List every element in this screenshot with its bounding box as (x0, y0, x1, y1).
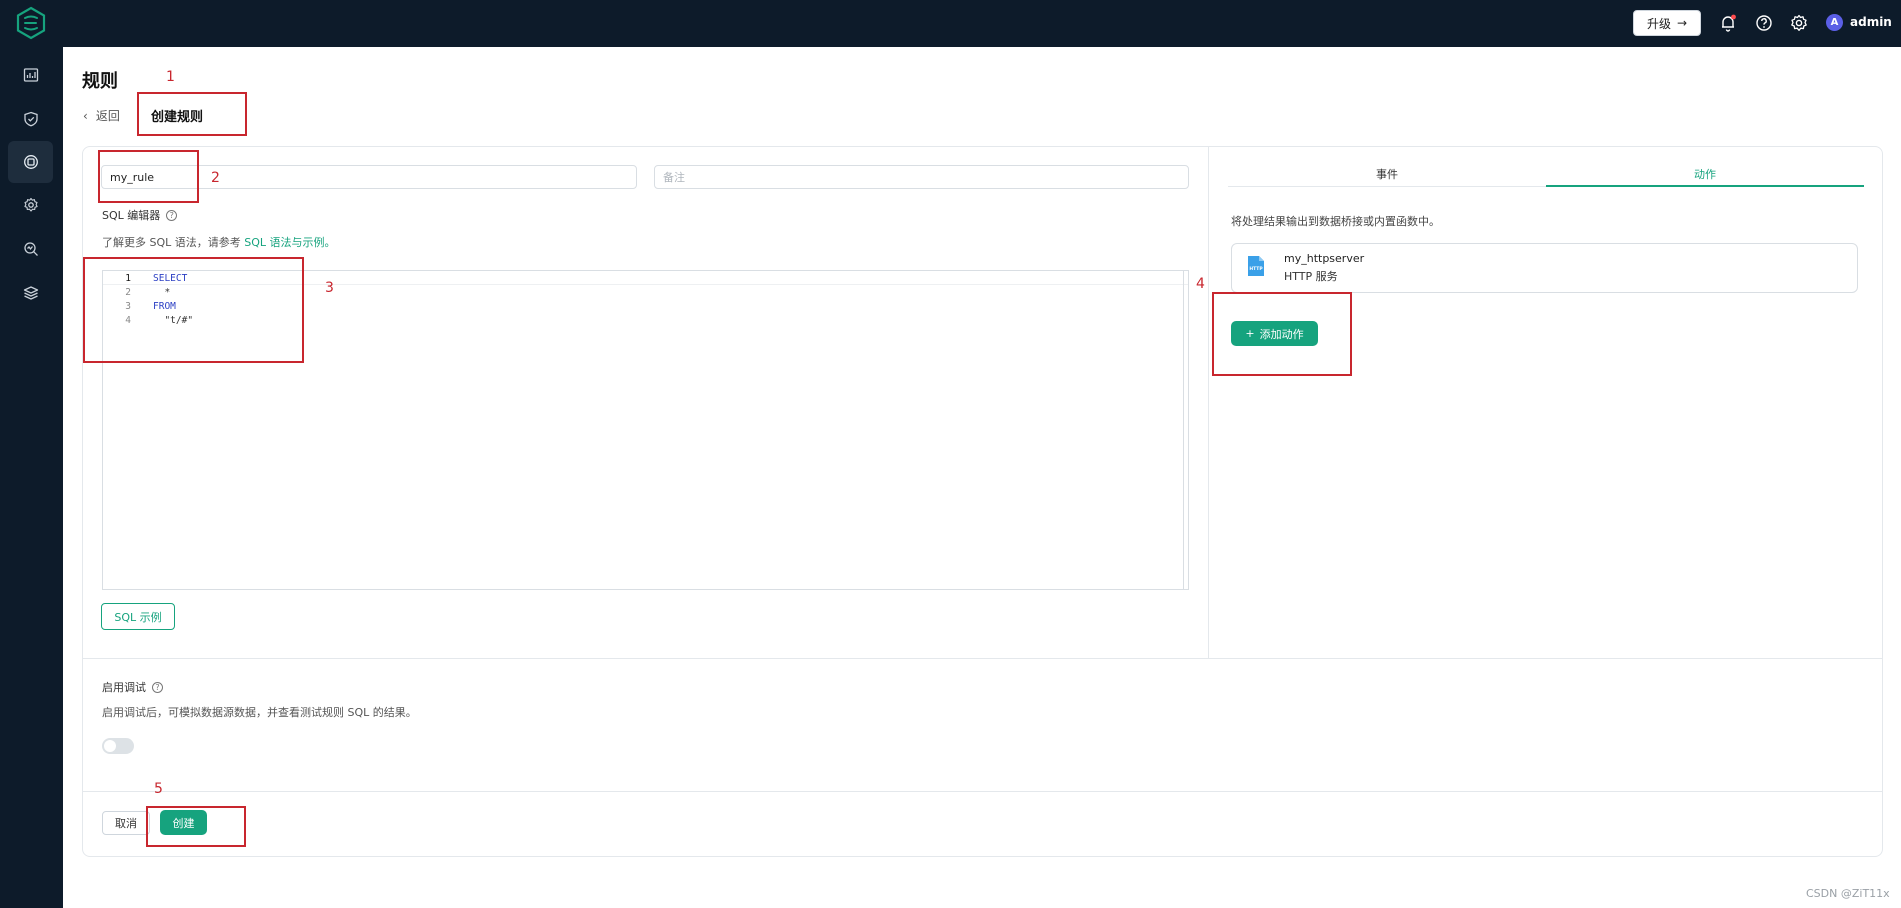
sidebar-item-diagnose[interactable] (8, 228, 53, 270)
tab-actions[interactable]: 动作 (1546, 162, 1864, 186)
emqx-logo-icon[interactable] (14, 6, 48, 40)
debug-label-text: 启用调试 (102, 681, 146, 694)
sidebar-item-dashboard[interactable] (8, 54, 53, 96)
tab-events[interactable]: 事件 (1228, 162, 1546, 186)
annotation-box-5 (146, 806, 246, 847)
sql-syntax-link[interactable]: SQL 语法与示例 (244, 236, 324, 249)
sql-editor-label-text: SQL 编辑器 (102, 209, 161, 222)
back-label: 返回 (95, 109, 120, 123)
arrow-right-icon: → (1676, 16, 1688, 30)
gear-icon (23, 197, 38, 212)
sidebar (0, 47, 63, 908)
page-title: 规则 (82, 71, 118, 92)
column-divider (1208, 146, 1209, 658)
username[interactable]: admin (1850, 15, 1892, 29)
bell-icon[interactable] (1718, 13, 1738, 33)
sql-hint: 了解更多 SQL 语法，请参考 SQL 语法与示例。 (102, 234, 336, 250)
sidebar-item-rules[interactable] (8, 141, 53, 183)
sql-hint-suffix: 。 (324, 236, 336, 249)
note-input[interactable]: 备注 (654, 165, 1189, 189)
annotation-number-5: 5 (154, 781, 163, 797)
chevron-left-icon: ‹ (83, 108, 88, 123)
sql-editor-label: SQL 编辑器 ? (102, 207, 178, 223)
gear-icon[interactable] (1789, 13, 1809, 33)
shield-icon (23, 111, 38, 127)
action-type: HTTP 服务 (1284, 270, 1338, 283)
sql-example-button[interactable]: SQL 示例 (101, 603, 175, 630)
debug-label: 启用调试 ? (102, 679, 163, 695)
question-icon[interactable]: ? (152, 681, 163, 693)
stack-icon (23, 286, 38, 300)
sidebar-item-management[interactable] (8, 184, 53, 226)
annotation-box-1 (137, 92, 247, 136)
sql-hint-prefix: 了解更多 SQL 语法，请参考 (102, 236, 241, 249)
debug-toggle[interactable] (102, 738, 134, 754)
sidebar-item-extensions[interactable] (8, 272, 53, 314)
toggle-knob (104, 740, 116, 752)
actions-description: 将处理结果输出到数据桥接或内置函数中。 (1231, 215, 1440, 228)
sidebar-item-access-control[interactable] (8, 98, 53, 140)
help-icon[interactable] (1754, 13, 1774, 33)
section-divider (82, 658, 1883, 659)
footer-divider (82, 791, 1883, 792)
editor-scrollbar[interactable] (1183, 271, 1184, 589)
rules-icon (23, 155, 38, 169)
watermark: CSDN @ZiT11x (1806, 887, 1890, 900)
annotation-box-3 (83, 257, 304, 363)
dashboard-icon (23, 68, 38, 82)
annotation-box-2 (98, 150, 199, 203)
top-bar: 升级 → A admin (0, 0, 1901, 47)
annotation-number-4: 4 (1196, 276, 1205, 292)
http-file-icon: HTTP (1248, 256, 1264, 276)
annotation-number-3: 3 (325, 280, 334, 296)
action-name: my_httpserver (1284, 252, 1365, 265)
debug-hint: 启用调试后，可模拟数据源数据，并查看测试规则 SQL 的结果。 (102, 706, 417, 719)
diagnose-icon (23, 242, 38, 256)
avatar[interactable]: A (1826, 14, 1843, 31)
annotation-number-2: 2 (211, 170, 220, 186)
annotation-box-4 (1212, 292, 1352, 376)
question-icon[interactable]: ? (166, 209, 178, 221)
http-icon-label: HTTP (1249, 266, 1263, 272)
upgrade-label: 升级 (1646, 16, 1671, 31)
cancel-button[interactable]: 取消 (102, 811, 150, 835)
tab-active-indicator (1546, 185, 1864, 187)
upgrade-button[interactable]: 升级 → (1633, 10, 1701, 36)
back-link[interactable]: ‹ 返回 (83, 107, 120, 124)
annotation-number-1: 1 (166, 69, 175, 85)
